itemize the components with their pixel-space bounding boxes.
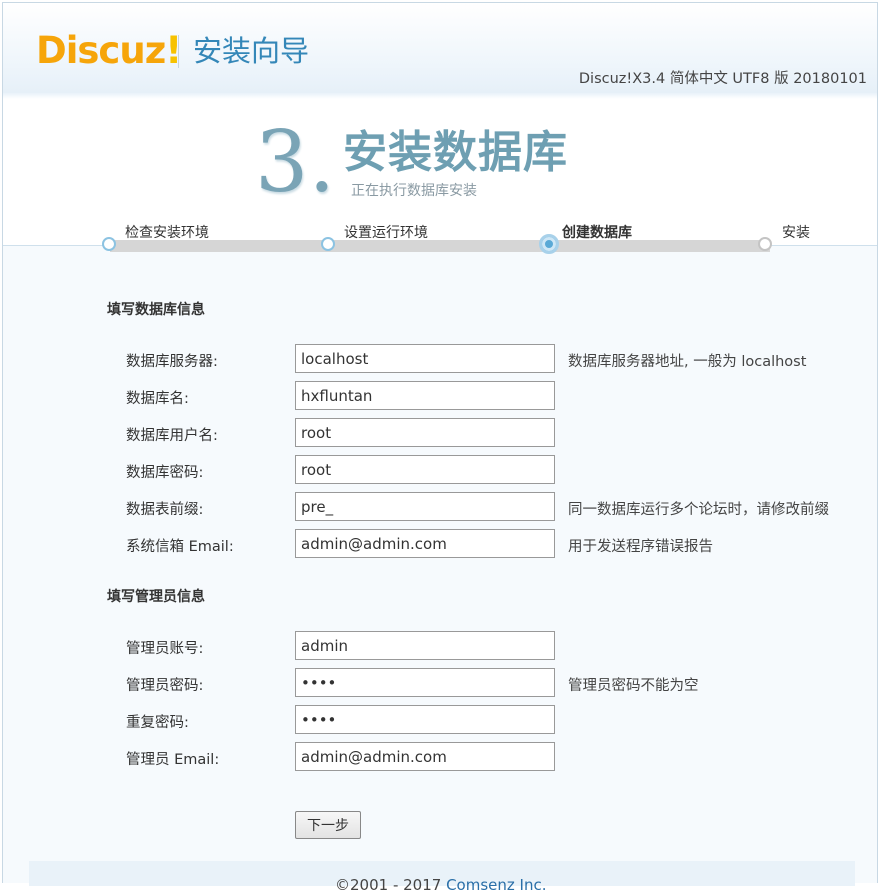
wizard-title: 安装向导 xyxy=(193,34,310,68)
admin-account-label: 管理员账号: xyxy=(126,641,204,657)
progress-dot-todo xyxy=(758,237,772,251)
step-title: 安装数据库 xyxy=(343,127,568,178)
logo-divider xyxy=(178,35,179,68)
db-user-input[interactable] xyxy=(295,418,555,447)
admin-email-label: 管理员 Email: xyxy=(126,752,220,768)
table-prefix-input[interactable] xyxy=(295,492,555,521)
progress-dot-current xyxy=(539,234,559,254)
progress-step-label: 检查安装环境 xyxy=(125,225,209,241)
system-email-hint: 用于发送程序错误报告 xyxy=(568,539,713,555)
db-host-hint: 数据库服务器地址, 一般为 localhost xyxy=(568,354,807,370)
table-prefix-label: 数据表前缀: xyxy=(126,502,204,518)
footer-copyright: ©2001 - 2017 Comsenz Inc. xyxy=(335,876,547,894)
admin-email-input[interactable] xyxy=(295,742,555,771)
version-info: Discuz!X3.4 简体中文 UTF8 版 20180101 xyxy=(578,71,867,87)
admin-password-input[interactable] xyxy=(295,668,555,697)
admin-password-hint: 管理员密码不能为空 xyxy=(568,678,699,694)
progress-dot-done xyxy=(102,237,116,251)
progress-step-label: 设置运行环境 xyxy=(344,225,428,241)
db-password-input[interactable] xyxy=(295,455,555,484)
admin-password-label: 管理员密码: xyxy=(126,678,204,694)
admin-account-input[interactable] xyxy=(295,631,555,660)
admin-section-title: 填写管理员信息 xyxy=(107,589,205,605)
repeat-password-input[interactable] xyxy=(295,705,555,734)
db-section-title: 填写数据库信息 xyxy=(107,302,205,318)
table-prefix-hint: 同一数据库运行多个论坛时，请修改前缀 xyxy=(568,502,829,518)
db-host-input[interactable] xyxy=(295,344,555,373)
step-number: 3. xyxy=(255,113,336,211)
progress-step-label: 创建数据库 xyxy=(562,225,632,241)
progress-dot-done xyxy=(321,237,335,251)
db-name-label: 数据库名: xyxy=(126,391,189,407)
step-subtitle: 正在执行数据库安装 xyxy=(351,183,477,199)
progress-step-label: 安装 xyxy=(782,225,810,241)
system-email-input[interactable] xyxy=(295,529,555,558)
installer-window: Discuz! 安装向导 Discuz!X3.4 简体中文 UTF8 版 201… xyxy=(2,2,878,894)
system-email-label: 系统信箱 Email: xyxy=(126,539,234,555)
header: Discuz! 安装向导 Discuz!X3.4 简体中文 UTF8 版 201… xyxy=(3,3,877,94)
discuz-logo: Discuz! xyxy=(36,29,182,72)
next-step-button[interactable]: 下一步 xyxy=(295,811,361,839)
db-host-label: 数据库服务器: xyxy=(126,354,218,370)
repeat-password-label: 重复密码: xyxy=(126,715,189,731)
db-password-label: 数据库密码: xyxy=(126,465,204,481)
db-user-label: 数据库用户名: xyxy=(126,428,218,444)
progress-track xyxy=(110,240,770,252)
db-name-input[interactable] xyxy=(295,381,555,410)
comsenz-link[interactable]: Comsenz Inc. xyxy=(446,876,546,894)
